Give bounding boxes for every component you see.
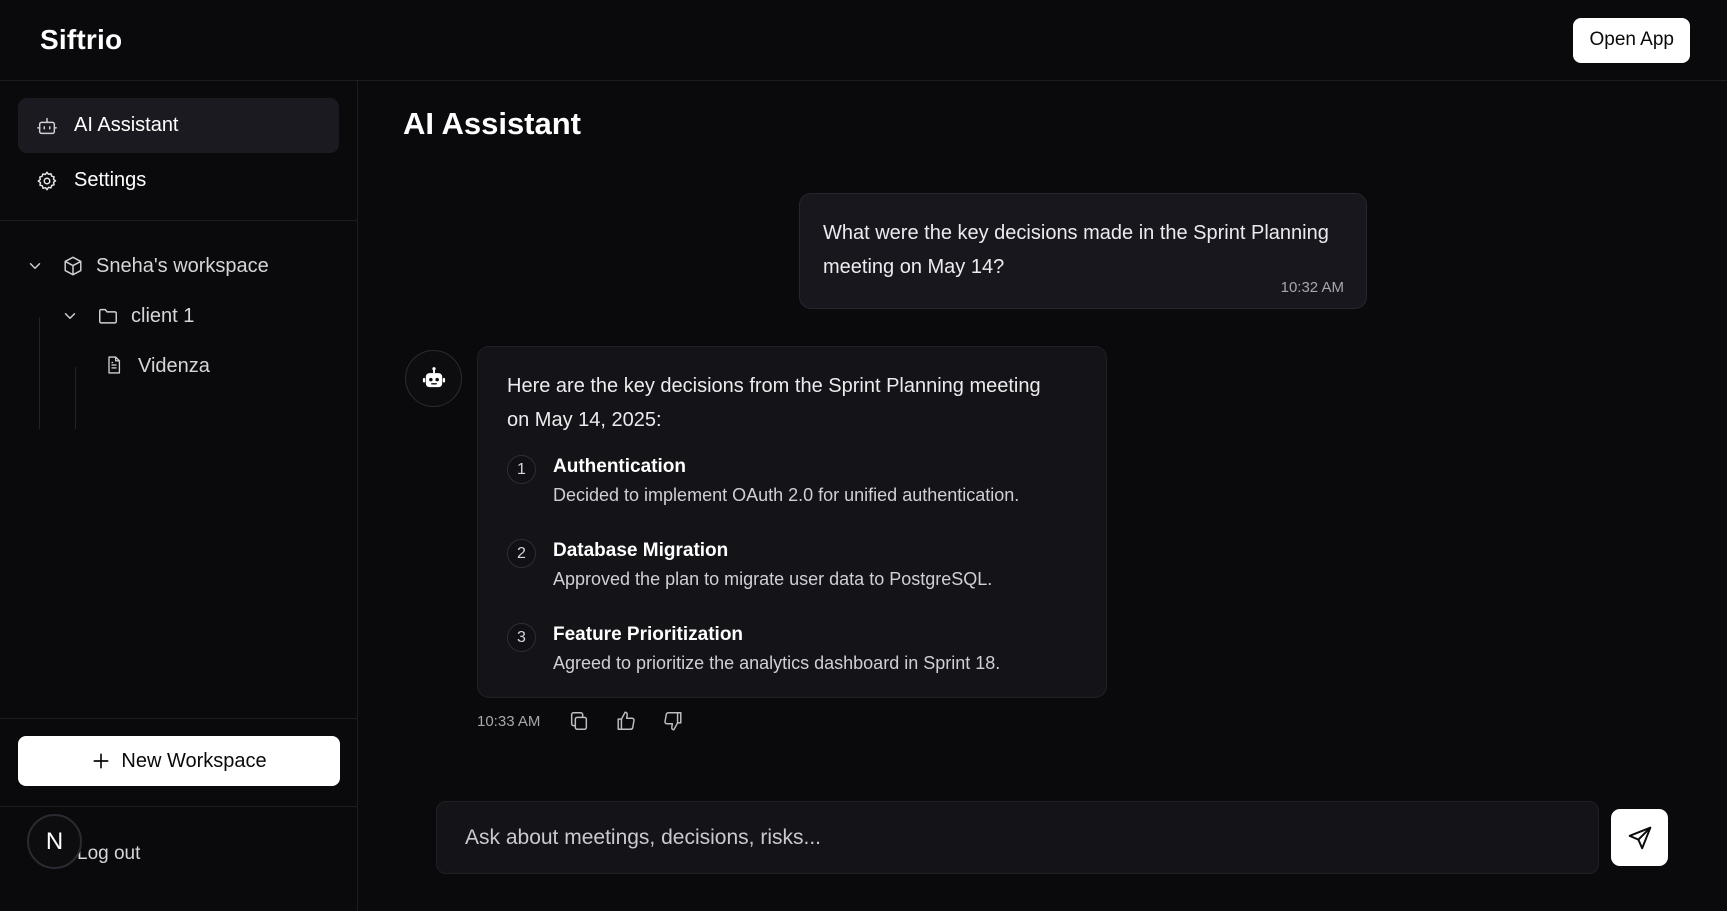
sidebar-item-settings[interactable]: Settings [18, 153, 339, 208]
folder-name: client 1 [131, 304, 195, 327]
tree-item-workspace[interactable]: Sneha's workspace [0, 241, 357, 291]
document-icon [104, 355, 126, 377]
user-message-bubble: What were the key decisions made in the … [799, 193, 1367, 309]
thumbs-up-icon[interactable] [615, 710, 637, 732]
open-app-button[interactable]: Open App [1573, 17, 1690, 63]
decision-description: Agreed to prioritize the analytics dashb… [553, 653, 1001, 673]
logout-link[interactable]: Log out [77, 843, 140, 865]
tree-guide-line [75, 367, 76, 429]
sidebar-footer: New Workspace Log out N [0, 718, 357, 911]
tree-item-file[interactable]: Videnza [0, 341, 357, 391]
thumbs-down-icon[interactable] [662, 710, 684, 732]
decision-item: 1 Authentication Decided to implement OA… [507, 451, 1077, 521]
sidebar-item-ai-assistant[interactable]: AI Assistant [18, 98, 339, 153]
send-icon [1627, 825, 1653, 851]
decision-number: 3 [507, 623, 536, 652]
workspace-name: Sneha's workspace [96, 254, 269, 277]
decision-description: Approved the plan to migrate user data t… [553, 569, 993, 589]
sidebar-nav: AI Assistant Settings [0, 81, 357, 221]
decision-number: 1 [507, 455, 536, 484]
decision-description: Decided to implement OAuth 2.0 for unifi… [553, 485, 1020, 505]
workspace-tree: Sneha's workspace client 1 Videnza [0, 221, 357, 719]
page-title: AI Assistant [403, 106, 582, 141]
decision-item: 3 Feature Prioritization Agreed to prior… [507, 619, 1077, 689]
user-message-text: What were the key decisions made in the … [823, 222, 1329, 278]
copy-icon[interactable] [568, 710, 590, 732]
avatar[interactable]: N [27, 814, 82, 869]
decision-item: 2 Database Migration Approved the plan t… [507, 535, 1077, 605]
tree-guide-line [39, 317, 40, 429]
plus-icon [91, 751, 111, 771]
new-workspace-button[interactable]: New Workspace [18, 736, 340, 786]
assistant-avatar [405, 350, 462, 407]
new-workspace-label: New Workspace [121, 749, 267, 772]
sidebar-item-label: AI Assistant [74, 114, 179, 136]
top-header: Siftrio Open App [0, 0, 1727, 81]
assistant-message-actions: 10:33 AM [477, 708, 709, 734]
gear-icon [36, 170, 58, 192]
tree-item-folder[interactable]: client 1 [0, 291, 357, 341]
decision-title: Feature Prioritization [553, 624, 744, 645]
assistant-message-bubble: Here are the key decisions from the Spri… [477, 346, 1107, 698]
chevron-down-icon[interactable] [26, 257, 44, 275]
message-timestamp: 10:33 AM [477, 712, 541, 730]
decision-title: Authentication [553, 456, 686, 477]
robot-icon [36, 115, 58, 137]
assistant-message-intro: Here are the key decisions from the Spri… [507, 375, 1041, 431]
message-timestamp: 10:32 AM [1280, 279, 1344, 296]
sidebar-item-label: Settings [74, 169, 147, 191]
robot-icon [420, 365, 448, 393]
file-name: Videnza [138, 354, 210, 377]
send-button[interactable] [1611, 809, 1668, 866]
folder-icon [97, 305, 119, 327]
sidebar: AI Assistant Settings Sneha's workspace [0, 81, 358, 911]
brand-logo: Siftrio [40, 24, 123, 55]
chat-composer [436, 801, 1599, 874]
cube-icon [62, 255, 84, 277]
logout-area: Log out N [0, 806, 357, 911]
decision-title: Database Migration [553, 540, 729, 561]
decision-number: 2 [507, 539, 536, 568]
chevron-down-icon[interactable] [61, 307, 79, 325]
chat-input[interactable] [465, 825, 1570, 850]
